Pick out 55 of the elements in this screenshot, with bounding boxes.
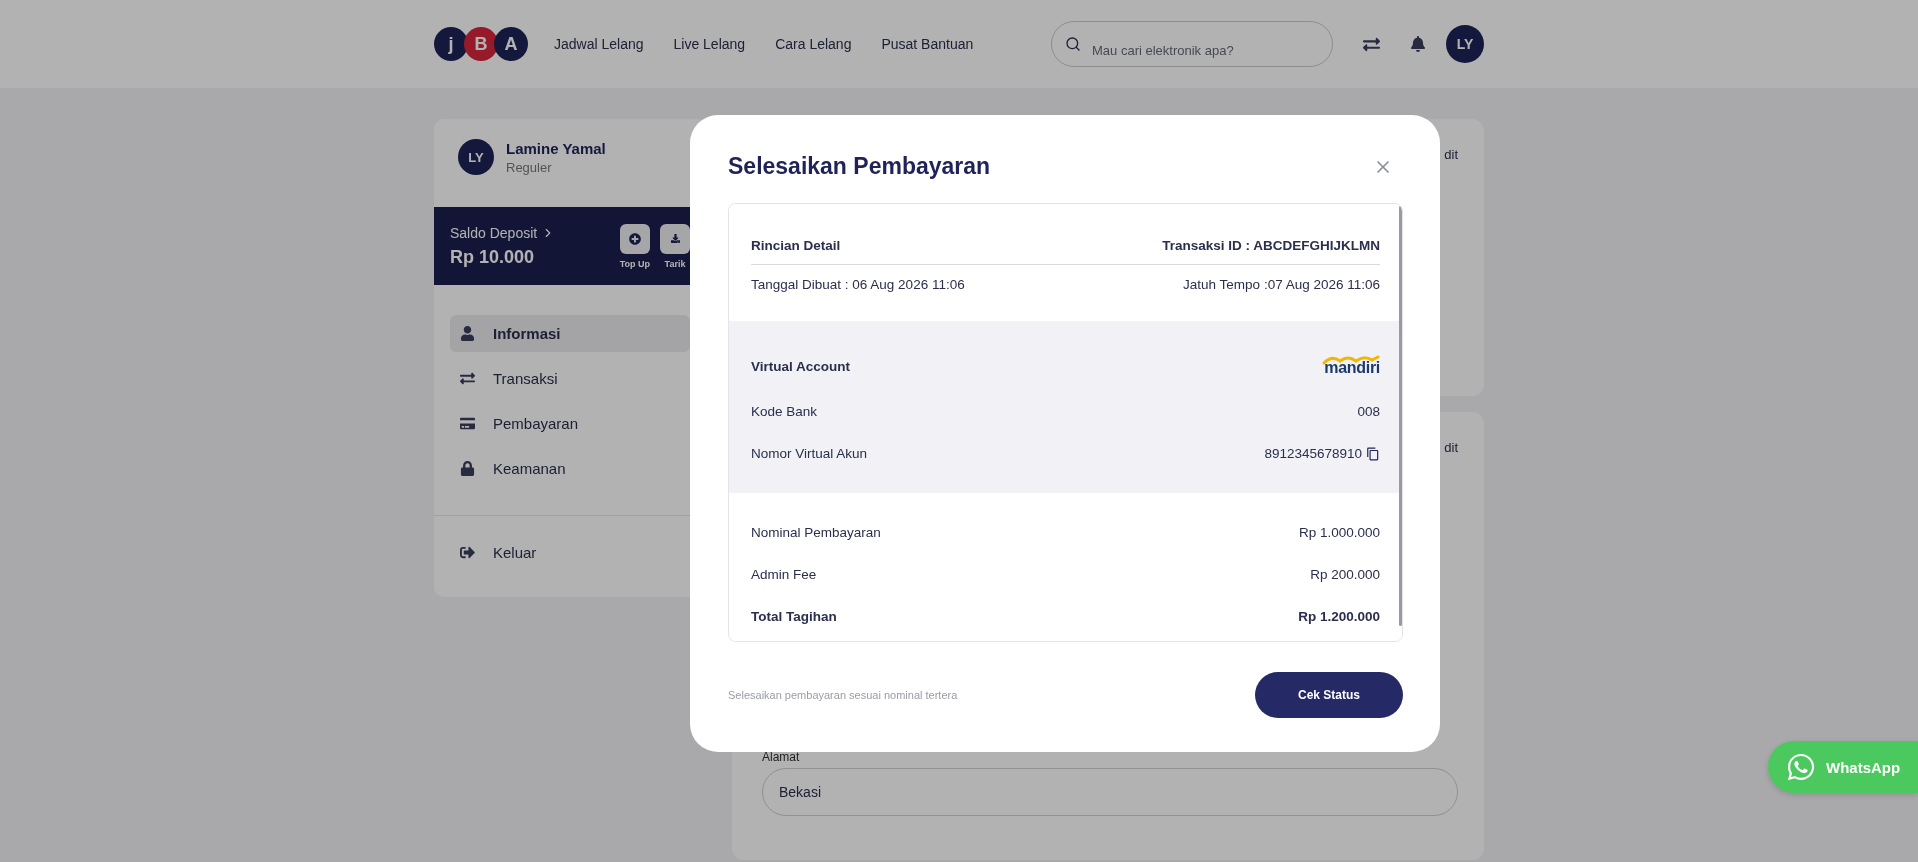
- edit-link[interactable]: dit: [1444, 147, 1458, 162]
- nav-link[interactable]: Cara Lelang: [775, 36, 852, 52]
- detail-label: Kode Bank: [751, 404, 818, 419]
- amount-label: Total Tagihan: [751, 609, 837, 624]
- menu-item[interactable]: Keamanan: [450, 450, 690, 487]
- deposit-label[interactable]: Saldo Deposit: [450, 224, 556, 241]
- detail-label: Nomor Virtual Akun: [751, 446, 868, 461]
- logo-letter[interactable]: B: [464, 27, 498, 61]
- amount-label: Nominal Pembayaran: [751, 525, 881, 540]
- search-field[interactable]: Mau cari elektronik apa?: [1051, 21, 1333, 67]
- section-heading: Virtual Account: [751, 358, 850, 374]
- logo-letter[interactable]: A: [494, 27, 528, 61]
- user-icon: [460, 326, 475, 341]
- payment-note: Selesaikan pembayaran sesuai nominal tertera: [728, 689, 958, 701]
- menu-item[interactable]: Informasi: [450, 315, 690, 352]
- bank-logo: mandiri: [1322, 355, 1380, 377]
- check-status-button[interactable]: Cek Status: [1255, 672, 1403, 718]
- nav-link[interactable]: Live Lelang: [673, 36, 746, 52]
- detail-value: 008: [1357, 404, 1380, 419]
- due-date: Jatuh Tempo :07 Aug 2026 11:06: [1183, 277, 1380, 292]
- amount-label: Admin Fee: [751, 567, 817, 582]
- amount-value: Rp 1.000.000: [1298, 525, 1380, 540]
- avatar: LY: [458, 139, 494, 175]
- detail-value: 8912345678910: [1264, 446, 1362, 461]
- amount-value: Rp 1.200.000: [1298, 609, 1380, 624]
- created-date: Tanggal Dibuat : 06 Aug 2026 11:06: [751, 277, 965, 292]
- logout-link[interactable]: Keluar: [434, 534, 706, 571]
- avatar[interactable]: LY: [1446, 25, 1484, 63]
- plus-icon: [628, 232, 641, 245]
- membership-label: Reguler: [506, 159, 553, 175]
- section-heading: Rincian Detail: [751, 238, 841, 253]
- menu-item[interactable]: Transaksi: [450, 360, 690, 397]
- copy-icon[interactable]: [1366, 446, 1380, 461]
- user-name: Lamine Yamal: [506, 139, 606, 157]
- nav-link[interactable]: Pusat Bantuan: [881, 36, 974, 52]
- nav-link[interactable]: Jadwal Lelang: [554, 36, 644, 52]
- exit-icon: [460, 545, 475, 560]
- logo-letter[interactable]: j: [434, 27, 468, 61]
- arrows-icon: [460, 371, 475, 386]
- search-icon: [1065, 36, 1081, 52]
- lock-icon: [460, 461, 475, 476]
- deposit-amount: Rp 10.000: [450, 246, 536, 268]
- amount-value: Rp 200.000: [1310, 567, 1380, 582]
- arrows-icon[interactable]: [1363, 35, 1380, 53]
- download-icon: [670, 234, 680, 243]
- scrollbar[interactable]: [1399, 206, 1402, 626]
- bell-icon[interactable]: [1410, 36, 1426, 52]
- transaction-id: Transaksi ID : ABCDEFGHIJKLMN: [1162, 238, 1380, 253]
- edit-link[interactable]: dit: [1444, 440, 1458, 455]
- dialog-title: Selesaikan Pembayaran: [728, 153, 991, 180]
- phone-bubble-icon: [1786, 752, 1816, 782]
- field-label: Alamat: [762, 750, 801, 764]
- address-field[interactable]: Bekasi: [762, 768, 1458, 816]
- card-icon: [460, 416, 475, 431]
- menu-item[interactable]: Pembayaran: [450, 405, 690, 442]
